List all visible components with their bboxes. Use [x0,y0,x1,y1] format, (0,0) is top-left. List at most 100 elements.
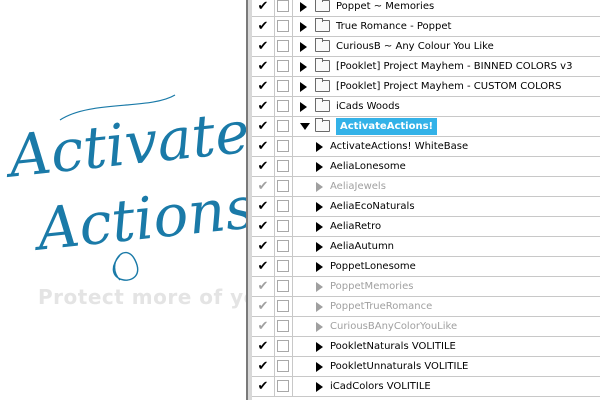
dialog-toggle-box[interactable] [277,240,289,252]
collapse-triangle-icon[interactable] [300,123,310,130]
dialog-toggle-box[interactable] [277,60,289,72]
action-row[interactable]: ✔ PookletNaturals VOLITILE [252,337,600,357]
action-label[interactable]: PoppetLonesome [330,258,416,275]
toggle-checkmark-icon[interactable]: ✔ [252,357,274,376]
dialog-toggle-box[interactable] [277,0,289,12]
toggle-checkmark-icon[interactable]: ✔ [252,237,274,256]
action-row[interactable]: ✔ AeliaEcoNaturals [252,197,600,217]
dialog-toggle-box[interactable] [277,140,289,152]
toggle-checkmark-icon[interactable]: ✔ [252,17,274,36]
action-set-row[interactable]: ✔ Poppet ~ Memories [252,0,600,17]
toggle-checkmark-icon[interactable]: ✔ [252,217,274,236]
dialog-toggle-box[interactable] [277,80,289,92]
action-set-row[interactable]: ✔ CuriousB ~ Any Colour You Like [252,37,600,57]
dialog-toggle-box[interactable] [277,160,289,172]
dialog-toggle-box[interactable] [277,120,289,132]
action-label[interactable]: AeliaRetro [330,218,381,235]
toggle-checkmark-icon[interactable]: ✔ [252,377,274,396]
dialog-toggle-box[interactable] [277,40,289,52]
expand-triangle-icon[interactable] [300,42,307,52]
expand-triangle-icon[interactable] [316,362,323,372]
expand-triangle-icon[interactable] [300,2,307,12]
toggle-checkmark-icon[interactable]: ✔ [252,197,274,216]
action-row[interactable]: ✔ PookletUnnaturals VOLITILE [252,357,600,377]
action-set-label[interactable]: [Pooklet] Project Mayhem - CUSTOM COLORS [336,78,561,95]
action-set-label[interactable]: iCads Woods [336,98,400,115]
dialog-toggle-box[interactable] [277,100,289,112]
dialog-toggle-box[interactable] [277,320,289,332]
expand-triangle-icon[interactable] [316,342,323,352]
toggle-checkmark-icon[interactable]: ✔ [252,297,274,316]
dialog-toggle-box[interactable] [277,200,289,212]
toggle-checkmark-icon[interactable]: ✔ [252,0,274,16]
dialog-toggle-box[interactable] [277,180,289,192]
expand-triangle-icon[interactable] [300,62,307,72]
action-row[interactable]: ✔ PoppetTrueRomance [252,297,600,317]
toggle-checkmark-icon[interactable]: ✔ [252,277,274,296]
expand-triangle-icon[interactable] [316,242,323,252]
dialog-toggle-box[interactable] [277,340,289,352]
toggle-checkmark-icon[interactable]: ✔ [252,157,274,176]
expand-triangle-icon[interactable] [316,202,323,212]
action-set-label[interactable]: True Romance - Poppet [336,18,451,35]
dialog-toggle-box[interactable] [277,20,289,32]
action-set-row[interactable]: ✔ ActivateActions! [252,117,600,137]
action-label[interactable]: AeliaLonesome [330,158,406,175]
expand-triangle-icon[interactable] [300,22,307,32]
action-set-row[interactable]: ✔ [Pooklet] Project Mayhem - CUSTOM COLOR… [252,77,600,97]
expand-triangle-icon[interactable] [316,282,323,292]
toggle-checkmark-icon[interactable]: ✔ [252,37,274,56]
toggle-checkmark-icon[interactable]: ✔ [252,97,274,116]
dialog-toggle-box[interactable] [277,380,289,392]
action-set-label[interactable]: Poppet ~ Memories [336,0,434,15]
expand-triangle-icon[interactable] [316,162,323,172]
action-row[interactable]: ✔ AeliaLonesome [252,157,600,177]
expand-triangle-icon[interactable] [316,142,323,152]
action-set-label[interactable]: CuriousB ~ Any Colour You Like [336,38,494,55]
action-label[interactable]: AeliaAutumn [330,238,394,255]
action-row[interactable]: ✔ AeliaRetro [252,217,600,237]
dialog-toggle-box[interactable] [277,280,289,292]
action-row[interactable]: ✔ PoppetMemories [252,277,600,297]
dialog-toggle-box[interactable] [277,360,289,372]
toggle-checkmark-icon[interactable]: ✔ [252,337,274,356]
action-set-label[interactable]: [Pooklet] Project Mayhem - BINNED COLORS… [336,58,572,75]
action-label[interactable]: PookletNaturals VOLITILE [330,338,456,355]
action-label[interactable]: PoppetTrueRomance [330,298,432,315]
action-row[interactable]: ✔ CuriousBAnyColorYouLike [252,317,600,337]
toggle-checkmark-icon[interactable]: ✔ [252,137,274,156]
expand-triangle-icon[interactable] [300,102,307,112]
action-row[interactable]: ✔ iCadColors VOLITILE [252,377,600,397]
action-set-label[interactable]: ActivateActions! [336,118,438,135]
toggle-checkmark-icon[interactable]: ✔ [252,257,274,276]
action-set-row[interactable]: ✔ True Romance - Poppet [252,17,600,37]
expand-triangle-icon[interactable] [316,382,323,392]
toggle-checkmark-icon[interactable]: ✔ [252,177,274,196]
action-label[interactable]: PoppetMemories [330,278,413,295]
dialog-toggle-box[interactable] [277,220,289,232]
action-row[interactable]: ✔ ActivateActions! WhiteBase [252,137,600,157]
expand-triangle-icon[interactable] [316,182,323,192]
action-label[interactable]: iCadColors VOLITILE [330,378,431,395]
action-set-row[interactable]: ✔ [Pooklet] Project Mayhem - BINNED COLOR… [252,57,600,77]
expand-triangle-icon[interactable] [300,82,307,92]
action-label[interactable]: ActivateActions! WhiteBase [330,138,468,155]
toggle-checkmark-icon[interactable]: ✔ [252,77,274,96]
expand-triangle-icon[interactable] [316,322,323,332]
toggle-checkmark-icon[interactable]: ✔ [252,117,274,136]
dialog-toggle-box[interactable] [277,300,289,312]
expand-triangle-icon[interactable] [316,222,323,232]
action-label[interactable]: AeliaEcoNaturals [330,198,415,215]
action-label[interactable]: AeliaJewels [330,178,386,195]
action-row[interactable]: ✔ PoppetLonesome [252,257,600,277]
expand-triangle-icon[interactable] [316,302,323,312]
expand-triangle-icon[interactable] [316,262,323,272]
action-label[interactable]: PookletUnnaturals VOLITILE [330,358,468,375]
action-label[interactable]: CuriousBAnyColorYouLike [330,318,457,335]
action-row[interactable]: ✔ AeliaAutumn [252,237,600,257]
action-row[interactable]: ✔ AeliaJewels [252,177,600,197]
action-set-row[interactable]: ✔ iCads Woods [252,97,600,117]
toggle-checkmark-icon[interactable]: ✔ [252,317,274,336]
dialog-toggle-box[interactable] [277,260,289,272]
toggle-checkmark-icon[interactable]: ✔ [252,57,274,76]
